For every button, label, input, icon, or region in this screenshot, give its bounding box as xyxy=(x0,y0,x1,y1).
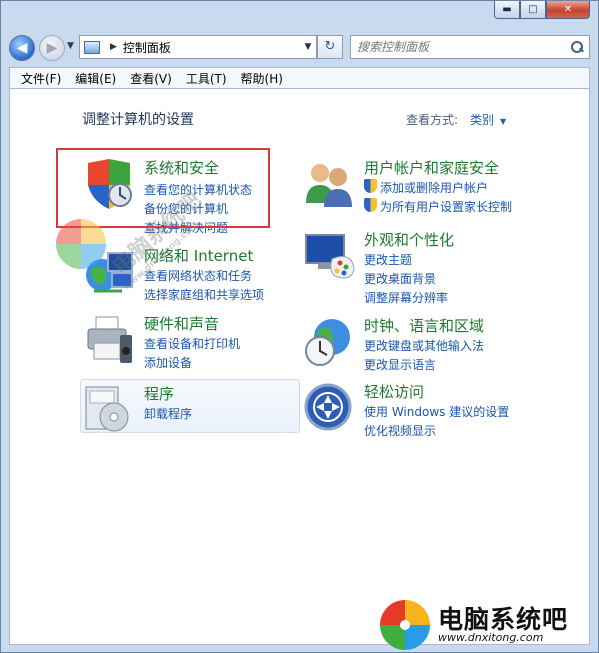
forward-button[interactable]: ▶ xyxy=(39,35,65,61)
control-panel-icon xyxy=(84,40,100,54)
link-change-display-language[interactable]: 更改显示语言 xyxy=(364,356,436,373)
category-title-clock-language-region[interactable]: 时钟、语言和区域 xyxy=(364,315,484,336)
back-button[interactable]: ◀ xyxy=(9,35,35,61)
maximize-button[interactable]: □ xyxy=(520,1,546,19)
page-title: 调整计算机的设置 xyxy=(82,112,194,128)
category-title-appearance[interactable]: 外观和个性化 xyxy=(364,229,454,250)
programs-disc-icon[interactable] xyxy=(82,383,136,437)
users-icon[interactable] xyxy=(302,157,356,211)
category-appearance: 外观和个性化 更改主题 更改桌面背景 调整屏幕分辨率 xyxy=(302,229,562,309)
main-content: 调整计算机的设置 查看方式: 类别 ▼ 系统和安全 查看您的计算机状态 备份您的计… xyxy=(9,89,590,645)
watermark-logo-icon xyxy=(56,219,106,269)
printer-icon[interactable] xyxy=(82,313,136,367)
ease-of-access-icon[interactable] xyxy=(302,381,356,435)
link-devices-printers[interactable]: 查看设备和打印机 xyxy=(144,335,240,352)
view-by-chevron-down-icon[interactable]: ▼ xyxy=(500,117,506,126)
minimize-button[interactable]: ▬ xyxy=(494,1,520,19)
link-uninstall-program[interactable]: 卸载程序 xyxy=(144,405,192,422)
control-panel-window: ▬ □ ✕ ◀ ▶ ▼ ▶ 控制面板 ▼ ↻ 文件(F) 编辑(E) 查看(V)… xyxy=(0,0,599,653)
recent-pages-chevron-down-icon[interactable]: ▼ xyxy=(67,41,74,51)
menu-tools[interactable]: 工具(T) xyxy=(179,70,234,87)
category-programs: 程序 卸载程序 xyxy=(82,383,282,433)
link-network-status[interactable]: 查看网络状态和任务 xyxy=(144,267,252,284)
navigation-bar: ◀ ▶ ▼ ▶ 控制面板 ▼ ↻ xyxy=(1,29,598,65)
link-parental-controls[interactable]: 为所有用户设置家长控制 xyxy=(380,198,512,215)
link-change-keyboard[interactable]: 更改键盘或其他输入法 xyxy=(364,337,484,354)
link-change-theme[interactable]: 更改主题 xyxy=(364,251,412,268)
category-title-programs[interactable]: 程序 xyxy=(144,383,174,404)
link-optimize-display[interactable]: 优化视频显示 xyxy=(364,422,436,439)
link-add-device[interactable]: 添加设备 xyxy=(144,354,192,371)
category-clock-language-region: 时钟、语言和区域 更改键盘或其他输入法 更改显示语言 xyxy=(302,315,562,375)
menu-help[interactable]: 帮助(H) xyxy=(234,70,290,87)
search-input[interactable] xyxy=(357,40,557,54)
clock-globe-icon[interactable] xyxy=(302,315,356,369)
brand-logo-icon xyxy=(380,600,430,650)
link-recommended-settings[interactable]: 使用 Windows 建议的设置 xyxy=(364,403,509,420)
category-user-accounts: 用户帐户和家庭安全 添加或删除用户帐户 为所有用户设置家长控制 xyxy=(302,157,562,217)
link-homegroup-sharing[interactable]: 选择家庭组和共享选项 xyxy=(144,286,264,303)
search-icon[interactable] xyxy=(571,41,583,53)
menu-view[interactable]: 查看(V) xyxy=(123,70,179,87)
monitor-palette-icon[interactable] xyxy=(302,229,356,283)
view-by-label: 查看方式: xyxy=(406,113,459,127)
breadcrumb-control-panel[interactable]: 控制面板 xyxy=(123,39,171,56)
link-screen-resolution[interactable]: 调整屏幕分辨率 xyxy=(364,289,448,306)
menu-edit[interactable]: 编辑(E) xyxy=(68,70,123,87)
window-controls: ▬ □ ✕ xyxy=(494,1,590,19)
category-ease-of-access: 轻松访问 使用 Windows 建议的设置 优化视频显示 xyxy=(302,381,562,441)
address-bar[interactable]: ▶ 控制面板 ▼ xyxy=(79,35,317,59)
close-button[interactable]: ✕ xyxy=(546,1,590,19)
breadcrumb-separator[interactable]: ▶ xyxy=(110,42,117,52)
category-title-user-accounts[interactable]: 用户帐户和家庭安全 xyxy=(364,157,499,178)
view-by-value[interactable]: 类别 xyxy=(470,113,494,127)
site-brand-logo: 电脑系统吧 www.dnxitong.com xyxy=(380,598,590,650)
category-hardware-sound: 硬件和声音 查看设备和打印机 添加设备 xyxy=(82,313,282,373)
link-add-remove-accounts[interactable]: 添加或删除用户帐户 xyxy=(380,179,488,196)
menu-bar: 文件(F) 编辑(E) 查看(V) 工具(T) 帮助(H) xyxy=(9,67,590,89)
view-by-dropdown[interactable]: 类别 ▼ xyxy=(470,111,506,128)
search-box[interactable] xyxy=(350,35,590,59)
refresh-button[interactable]: ↻ xyxy=(317,35,343,59)
category-title-ease-of-access[interactable]: 轻松访问 xyxy=(364,381,424,402)
address-dropdown-chevron-down-icon[interactable]: ▼ xyxy=(300,42,316,52)
menu-file[interactable]: 文件(F) xyxy=(14,70,68,87)
uac-shield-icon xyxy=(364,179,377,193)
brand-url: www.dnxitong.com xyxy=(438,631,544,644)
uac-shield-icon xyxy=(364,198,377,212)
category-title-hardware-sound[interactable]: 硬件和声音 xyxy=(144,313,219,334)
link-change-background[interactable]: 更改桌面背景 xyxy=(364,270,436,287)
